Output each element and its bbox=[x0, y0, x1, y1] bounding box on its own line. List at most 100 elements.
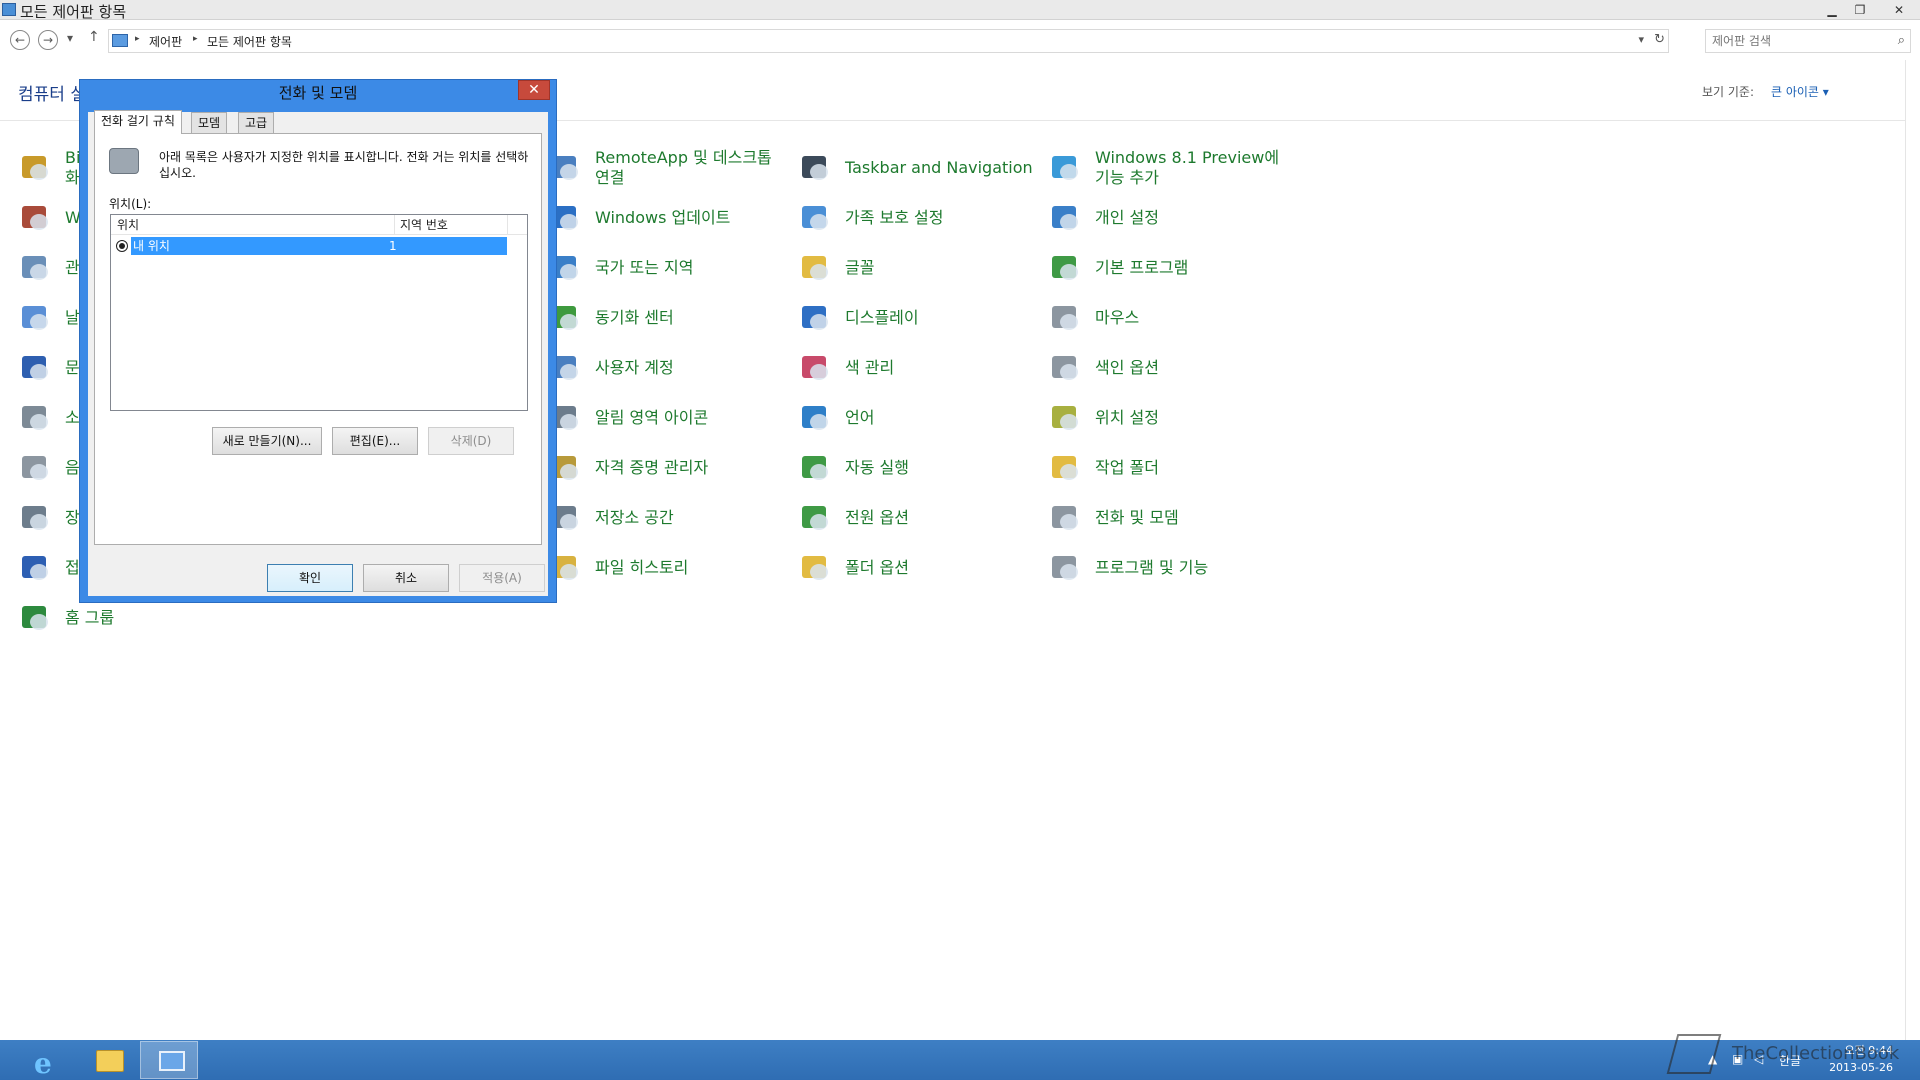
location-list[interactable]: 위치 지역 번호 내 위치 1 bbox=[110, 214, 528, 411]
control-panel-item[interactable]: Bit 화 bbox=[18, 148, 87, 188]
icon-shape bbox=[30, 314, 48, 330]
control-panel-item[interactable]: 장 bbox=[18, 498, 80, 538]
control-panel-item-label: 언어 bbox=[845, 408, 875, 427]
control-panel-item[interactable]: 개인 설정 bbox=[1048, 198, 1159, 238]
firewall-icon bbox=[18, 202, 52, 234]
mouse-icon bbox=[1048, 302, 1082, 334]
family-safety-icon bbox=[798, 202, 832, 234]
area-code-value: 1 bbox=[389, 239, 397, 253]
control-panel-item[interactable]: Windows 8.1 Preview에 기능 추가 bbox=[1048, 148, 1285, 188]
control-panel-item[interactable]: Windows 업데이트 bbox=[548, 198, 730, 238]
control-panel-item[interactable]: 날 bbox=[18, 298, 80, 338]
column-location[interactable]: 위치 bbox=[117, 215, 139, 235]
control-panel-item[interactable]: 글꼴 bbox=[798, 248, 874, 288]
control-panel-item[interactable]: 디스플레이 bbox=[798, 298, 919, 338]
control-panel-item[interactable]: RemoteApp 및 데스크톱 연결 bbox=[548, 148, 785, 188]
control-panel-item-label: 개인 설정 bbox=[1095, 208, 1159, 227]
icon-shape bbox=[560, 164, 578, 180]
recent-locations-button[interactable]: ▾ bbox=[67, 31, 73, 45]
breadcrumb-all-items[interactable]: 모든 제어판 항목 bbox=[207, 33, 292, 50]
control-panel-item[interactable]: 전원 옵션 bbox=[798, 498, 909, 538]
control-panel-item[interactable]: 전화 및 모뎀 bbox=[1048, 498, 1179, 538]
edit-button[interactable]: 편집(E)... bbox=[332, 427, 418, 455]
breadcrumb-control-panel[interactable]: 제어판 bbox=[149, 33, 182, 50]
control-panel-item[interactable]: 기본 프로그램 bbox=[1048, 248, 1188, 288]
control-panel-item[interactable]: 가족 보호 설정 bbox=[798, 198, 944, 238]
cancel-button[interactable]: 취소 bbox=[363, 564, 449, 592]
control-panel-item[interactable]: 관 bbox=[18, 248, 80, 288]
icon-shape bbox=[1060, 164, 1078, 180]
control-panel-item[interactable]: 저장소 공간 bbox=[548, 498, 674, 538]
dialog-close-button[interactable]: ✕ bbox=[518, 80, 550, 100]
control-panel-item-label: 색인 옵션 bbox=[1095, 358, 1159, 377]
control-panel-item[interactable]: 위치 설정 bbox=[1048, 398, 1159, 438]
control-panel-item[interactable]: 색 관리 bbox=[798, 348, 894, 388]
control-panel-item[interactable]: 파일 히스토리 bbox=[548, 548, 688, 588]
tab-dialing-rules[interactable]: 전화 걸기 규칙 bbox=[94, 110, 182, 134]
refresh-icon[interactable]: ↻ bbox=[1654, 32, 1665, 47]
selected-radio-icon[interactable] bbox=[116, 240, 128, 252]
address-bar[interactable]: ▸ 제어판 ▸ 모든 제어판 항목 ▾ ↻ bbox=[108, 29, 1669, 53]
control-panel-icon bbox=[159, 1051, 185, 1071]
control-panel-item[interactable]: 색인 옵션 bbox=[1048, 348, 1159, 388]
new-button[interactable]: 새로 만들기(N)... bbox=[212, 427, 322, 455]
microphone-icon bbox=[18, 452, 52, 484]
control-panel-item[interactable]: 소 bbox=[18, 398, 80, 438]
control-panel-item-label: 프로그램 및 기능 bbox=[1095, 558, 1209, 577]
taskbar-control-panel[interactable] bbox=[140, 1041, 198, 1079]
up-button[interactable]: ↑ bbox=[88, 29, 100, 45]
apply-button[interactable]: 적용(A) bbox=[459, 564, 545, 592]
control-panel-item[interactable]: 마우스 bbox=[1048, 298, 1139, 338]
search-icon[interactable]: ⌕ bbox=[1898, 33, 1905, 48]
control-panel-item-label: 마우스 bbox=[1095, 308, 1140, 327]
taskbar-file-explorer[interactable] bbox=[78, 1041, 136, 1079]
control-panel-item[interactable]: 홈 그룹 bbox=[18, 598, 114, 638]
taskbar-internet-explorer[interactable]: e bbox=[16, 1041, 74, 1080]
back-button[interactable]: ← bbox=[10, 30, 30, 50]
minimize-button[interactable]: ▁ bbox=[1818, 0, 1846, 20]
control-panel-item[interactable]: 접 bbox=[18, 548, 80, 588]
control-panel-item[interactable]: 프로그램 및 기능 bbox=[1048, 548, 1208, 588]
tab-modems[interactable]: 모뎀 bbox=[191, 112, 228, 134]
delete-button[interactable]: 삭제(D) bbox=[428, 427, 514, 455]
control-panel-item-label: 자동 실행 bbox=[845, 458, 909, 477]
control-panel-item[interactable]: 문 bbox=[18, 348, 80, 388]
control-panel-item[interactable]: 국가 또는 지역 bbox=[548, 248, 694, 288]
icon-shape bbox=[1060, 214, 1078, 230]
restore-button[interactable]: ❐ bbox=[1846, 0, 1874, 20]
column-area-code[interactable]: 지역 번호 bbox=[394, 215, 448, 235]
control-panel-item[interactable]: 사용자 계정 bbox=[548, 348, 674, 388]
ok-button[interactable]: 확인 bbox=[267, 564, 353, 592]
control-panel-item[interactable]: 알림 영역 아이콘 bbox=[548, 398, 708, 438]
control-panel-item[interactable]: 작업 폴더 bbox=[1048, 448, 1159, 488]
forward-button[interactable]: → bbox=[38, 30, 58, 50]
control-panel-item[interactable]: Taskbar and Navigation bbox=[798, 148, 1035, 188]
control-panel-item-label: 동기화 센터 bbox=[595, 308, 674, 327]
close-window-button[interactable]: ✕ bbox=[1878, 0, 1920, 20]
icon-shape bbox=[1060, 564, 1078, 580]
icon-shape bbox=[810, 464, 828, 480]
view-by-dropdown[interactable]: 큰 아이콘 ▾ bbox=[1771, 83, 1829, 100]
search-box[interactable]: ⌕ bbox=[1705, 29, 1911, 53]
control-panel-item[interactable]: 언어 bbox=[798, 398, 874, 438]
search-input[interactable] bbox=[1712, 32, 1882, 50]
control-panel-item-label: 장 bbox=[65, 508, 80, 527]
icon-shape bbox=[30, 614, 48, 630]
tab-advanced[interactable]: 고급 bbox=[238, 112, 275, 134]
location-name: 내 위치 bbox=[133, 239, 170, 253]
control-panel-item[interactable]: 자격 증명 관리자 bbox=[548, 448, 708, 488]
control-panel-item[interactable]: 동기화 센터 bbox=[548, 298, 674, 338]
phone-modem-icon bbox=[1048, 502, 1082, 534]
folder-icon bbox=[96, 1050, 124, 1072]
control-panel-item[interactable]: W bbox=[18, 198, 81, 238]
phone-modem-dialog: 전화 및 모뎀 ✕ 전화 걸기 규칙 모뎀 고급 아래 목록은 사용자가 지정한… bbox=[79, 79, 557, 603]
control-panel-item-label: 폴더 옵션 bbox=[845, 558, 909, 577]
list-item[interactable]: 내 위치 1 bbox=[116, 237, 507, 255]
control-panel-item-label: 파일 히스토리 bbox=[595, 558, 689, 577]
address-dropdown-icon[interactable]: ▾ bbox=[1638, 33, 1644, 46]
icon-shape bbox=[30, 464, 48, 480]
control-panel-item[interactable]: 폴더 옵션 bbox=[798, 548, 909, 588]
control-panel-item-label: Windows 8.1 Preview에 기능 추가 bbox=[1095, 148, 1280, 187]
control-panel-item[interactable]: 음 bbox=[18, 448, 80, 488]
control-panel-item[interactable]: 자동 실행 bbox=[798, 448, 909, 488]
